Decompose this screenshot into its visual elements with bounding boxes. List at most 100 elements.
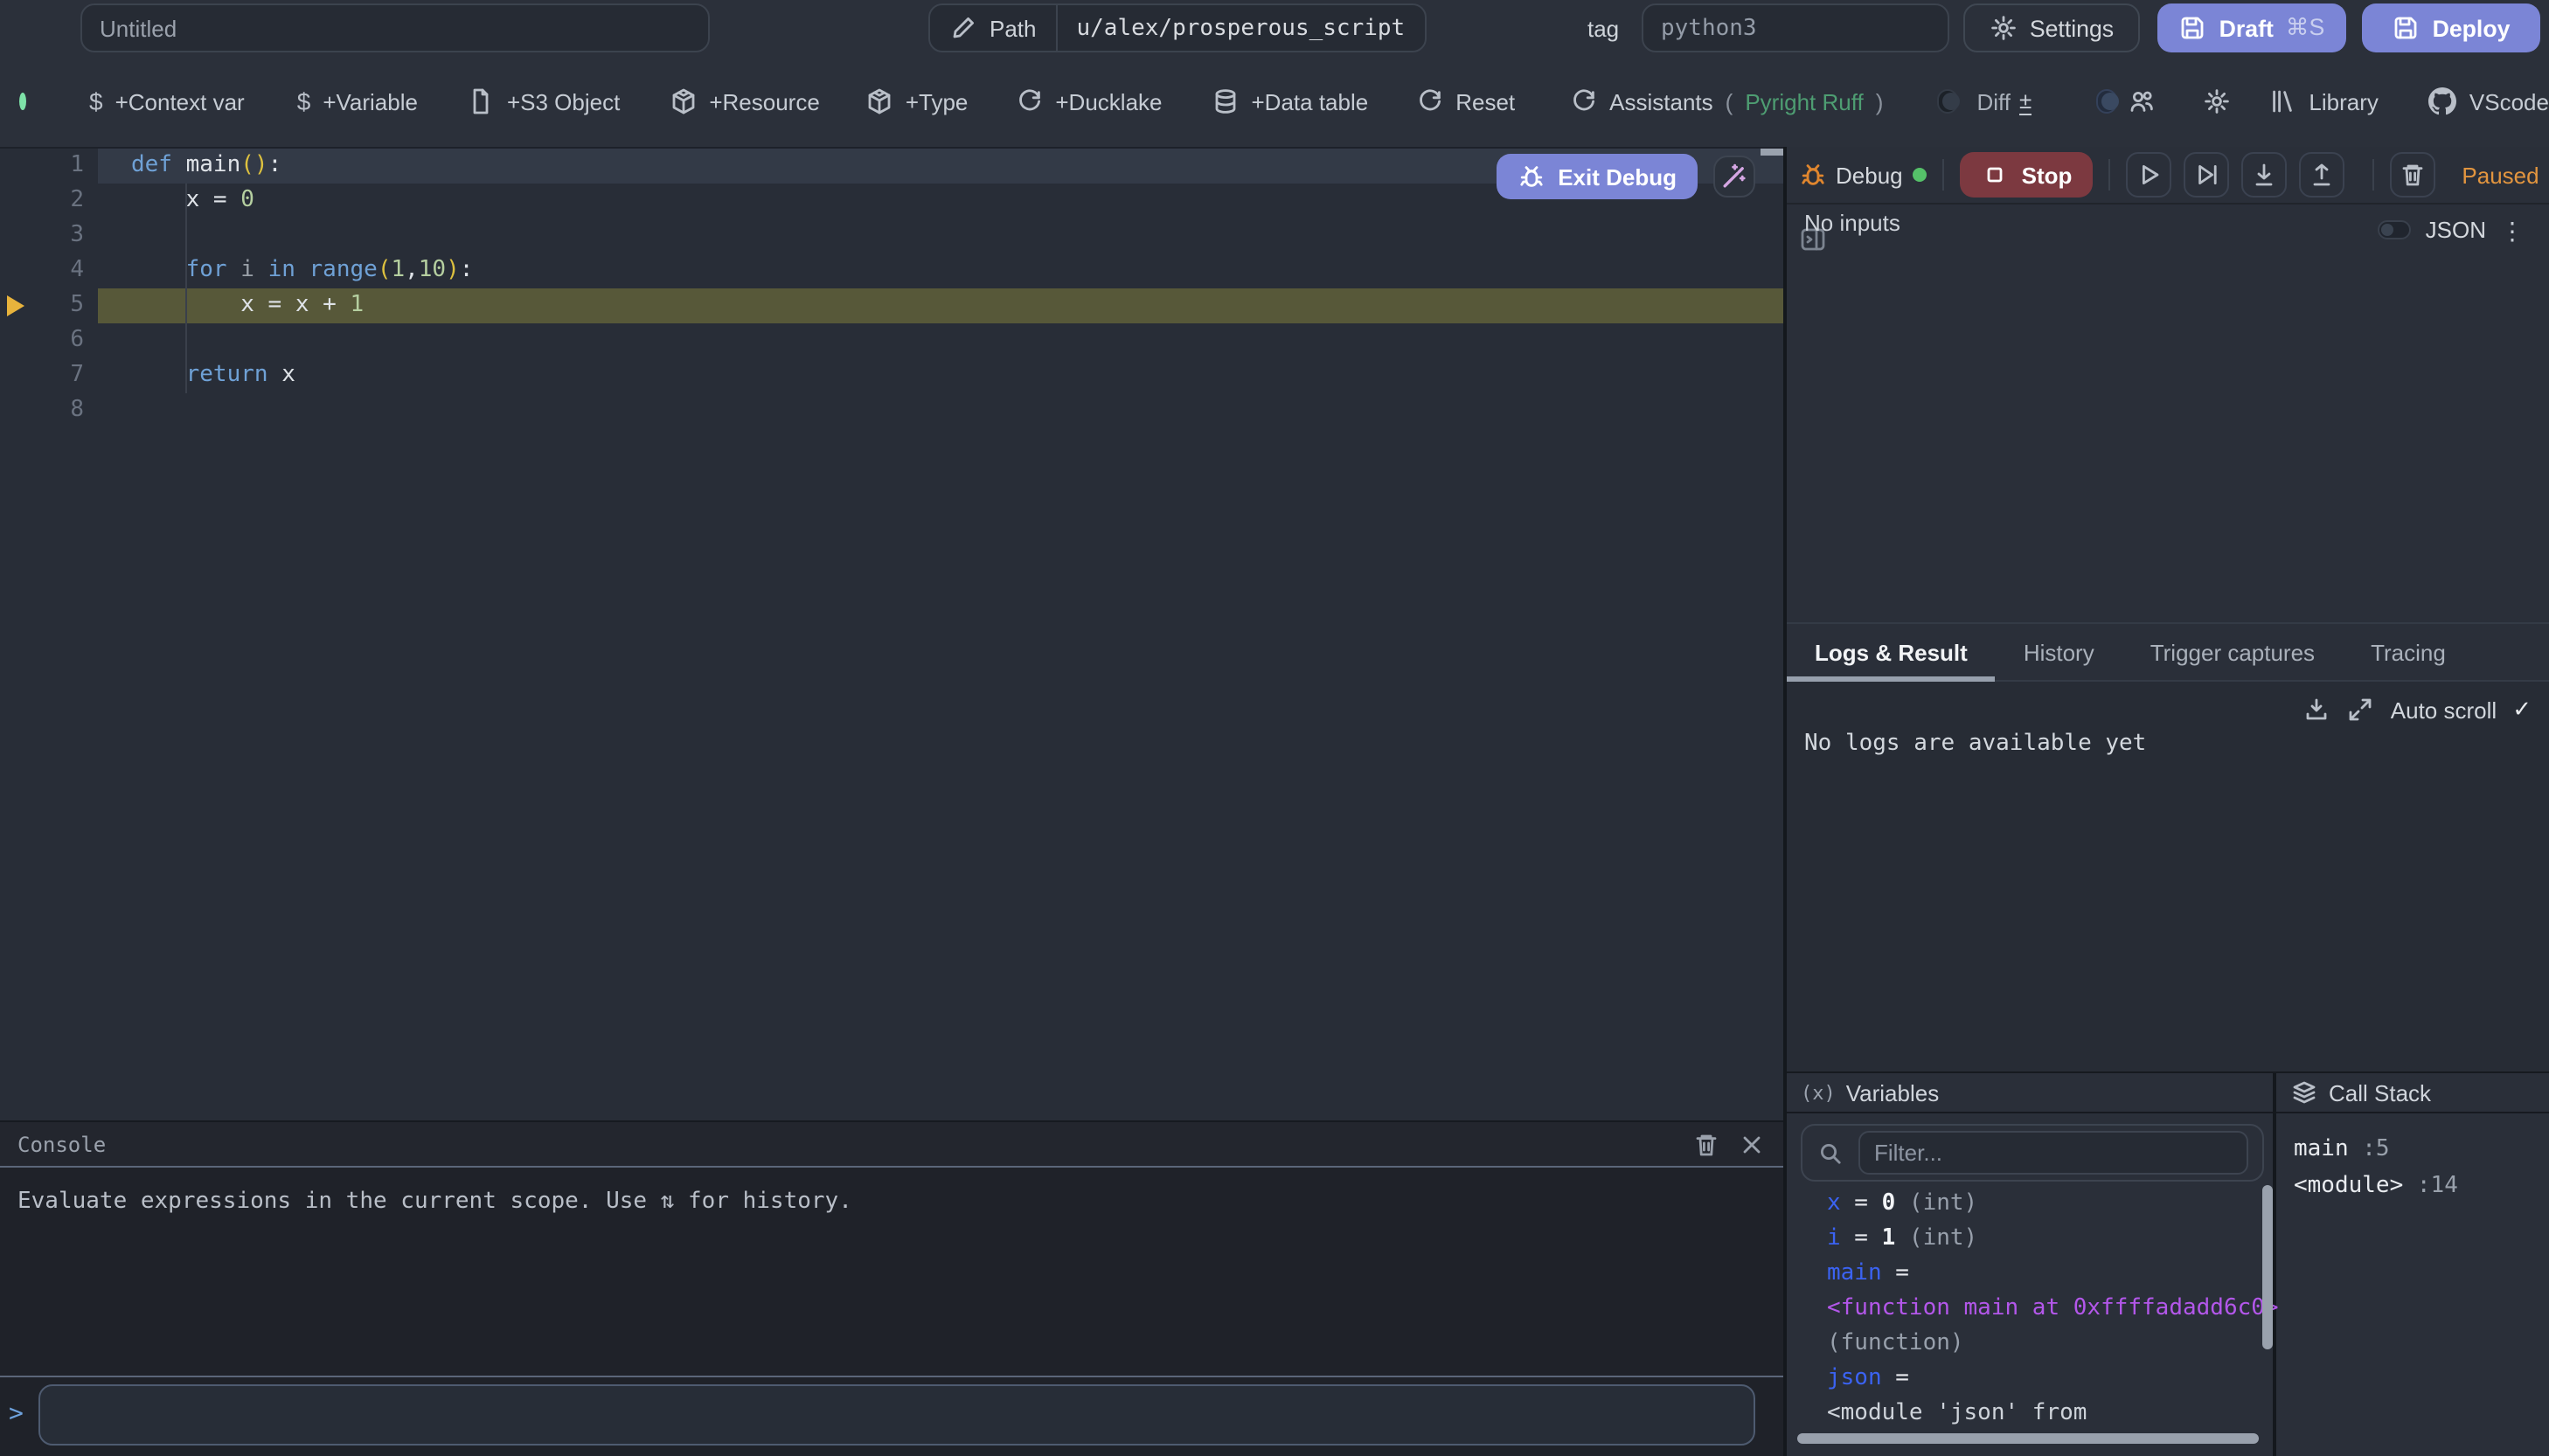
code-line-7[interactable]: 7 return x [0,358,1783,393]
code-line-5[interactable]: 5 x = x + 1 [0,288,1783,323]
package-icon [669,87,697,115]
variable-entry[interactable]: main = [1827,1257,2273,1292]
lint-paren: ( [1726,88,1733,114]
console-panel: Console Evaluate expressions in the curr… [0,1120,1783,1456]
console-clear-trash-icon[interactable] [1692,1130,1720,1158]
code-text: def main(): [84,149,281,184]
variables-filter-input[interactable]: Filter... [1858,1131,2248,1175]
trash-icon [2399,161,2427,189]
toolbar-item-label: +Variable [323,88,418,114]
editor-settings-gear-icon[interactable] [2202,87,2230,115]
console-prompt: > [9,1400,24,1428]
variable-entry[interactable]: json = [1827,1362,2273,1397]
step-over-button[interactable] [2184,152,2229,198]
result-tabs: Logs & ResultHistoryTrigger capturesTrac… [1787,622,2549,682]
users-icon[interactable] [2127,87,2155,115]
lint-assistants-status: ( Pyright Ruff) [1726,88,1884,114]
ai-wand-button[interactable] [1713,156,1755,198]
tag-input[interactable]: python3 [1642,3,1949,52]
toolbar-item-label: Reset [1455,88,1515,114]
save-icon [2179,14,2207,42]
stop-label: Stop [2022,162,2073,188]
variable-entry[interactable]: (function) [1827,1327,2273,1362]
toolbar-item-ducklake[interactable]: +Ducklake [1015,87,1162,115]
path-group[interactable]: Path u/alex/prosperous_script [928,3,1426,52]
lint-paren: ) [1876,88,1884,114]
diff-toggle[interactable] [1937,89,1957,114]
step-out-button[interactable] [2299,152,2344,198]
tab-history[interactable]: History [1996,624,2122,680]
line-number[interactable]: 4 [0,253,84,288]
download-logs-icon[interactable] [2303,696,2331,724]
code-line-6[interactable]: 6 [0,323,1783,358]
vscode-label: VScode [2469,88,2549,114]
settings-button[interactable]: Settings [1963,3,2140,52]
draft-label: Draft [2219,15,2274,41]
top-bar: Untitled Path u/alex/prosperous_script t… [0,0,2549,56]
deploy-button[interactable]: Deploy [2362,3,2540,52]
multiplayer-toggle[interactable] [2096,89,2116,114]
script-name-placeholder: Untitled [100,15,177,41]
tab-trigger-captures[interactable]: Trigger captures [2122,624,2343,680]
library-icon [2268,87,2296,115]
autoscroll-checkbox[interactable]: ✓ [2512,696,2532,724]
draft-button[interactable]: Draft ⌘S [2157,3,2346,52]
bug-icon [1518,163,1545,191]
library-button[interactable]: Library [2268,87,2379,115]
line-number[interactable]: 8 [0,393,84,428]
tab-tracing[interactable]: Tracing [2343,624,2474,680]
step-into-button[interactable] [2241,152,2287,198]
toolbar-item-reset[interactable]: Reset [1415,87,1515,115]
code-line-4[interactable]: 4 for i in range(1,10): [0,253,1783,288]
variable-entry[interactable]: x = 0 (int) [1827,1187,2273,1222]
toolbar-item-type[interactable]: +Type [865,87,969,115]
variable-entry[interactable]: <module 'json' from [1827,1397,2273,1432]
live-status-dot [19,93,26,110]
toolbar-item-label: +Context var [115,88,245,114]
variables-vertical-scrollbar[interactable] [2262,1185,2273,1349]
toolbar-item-variable[interactable]: $+Variable [297,87,418,115]
code-text: x = 0 [84,184,254,218]
clear-debug-button[interactable] [2390,152,2435,198]
toolbar-item-assistants[interactable]: Assistants [1569,87,1713,115]
variables-filter-box: Filter... [1801,1124,2264,1182]
step-out-icon [2308,161,2336,189]
line-number[interactable]: 7 [0,358,84,393]
code-line-3[interactable]: 3 [0,218,1783,253]
callstack-frame[interactable]: <module> :14 [2294,1168,2549,1204]
toolbar-item-resource[interactable]: +Resource [669,87,819,115]
continue-button[interactable] [2126,152,2171,198]
no-inputs-text: No inputs [1804,210,1900,236]
toolbar-item-contextvar[interactable]: $+Context var [89,87,245,115]
exit-debug-button[interactable]: Exit Debug [1497,154,1698,199]
line-number[interactable]: 3 [0,218,84,253]
diff-label: Diff [1977,88,2011,114]
line-number[interactable]: 1 [0,149,84,184]
callstack-panel: Call Stack main :5<module> :14 [2276,1073,2549,1456]
expand-logs-icon[interactable] [2347,696,2375,724]
variable-entry[interactable]: i = 1 (int) [1827,1222,2273,1257]
line-number[interactable]: 2 [0,184,84,218]
vscode-button[interactable]: VScode [2429,87,2549,115]
editor-scrollbar-thumb[interactable] [1761,149,1783,156]
script-name-input[interactable]: Untitled [80,3,710,52]
github-icon [2429,87,2457,115]
line-number[interactable]: 6 [0,323,84,358]
code-text: return x [84,358,295,393]
variable-entry[interactable]: <function main at 0xffffadadd6c0> [1827,1292,2273,1327]
kebab-menu-icon[interactable]: ⋮ [2500,218,2525,242]
stop-icon [1982,161,2010,189]
callstack-frame[interactable]: main :5 [2294,1131,2549,1168]
console-close-icon[interactable] [1738,1130,1766,1158]
tab-logs-result[interactable]: Logs & Result [1787,624,1996,680]
console-input[interactable] [38,1384,1755,1446]
path-value[interactable]: u/alex/prosperous_script [1058,5,1425,51]
toolbar-item-datatable[interactable]: +Data table [1212,87,1369,115]
toolbar-item-s3object[interactable]: +S3 Object [467,87,620,115]
json-toggle[interactable] [2379,220,2412,239]
lint-names: Pyright Ruff [1745,88,1863,114]
stop-button[interactable]: Stop [1961,152,2094,198]
variables-horizontal-scrollbar[interactable] [1797,1433,2259,1444]
code-line-8[interactable]: 8 [0,393,1783,428]
code-editor[interactable]: 1def main():2 x = 034 for i in range(1,1… [0,147,1783,1120]
